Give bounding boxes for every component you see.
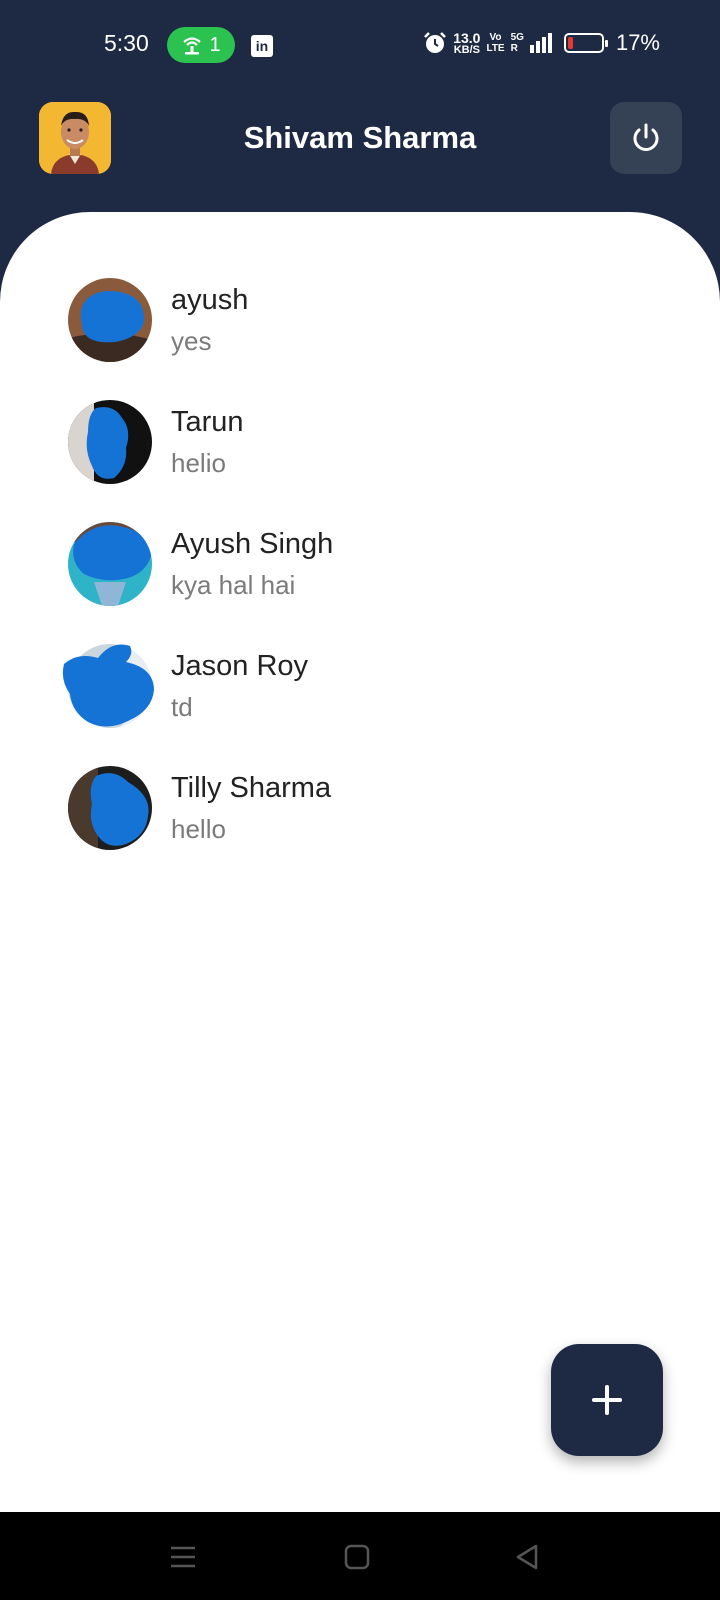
contact-avatar-image <box>68 400 152 484</box>
app-header: Shivam Sharma <box>0 92 720 212</box>
contact-name: Ayush Singh <box>171 528 334 560</box>
chat-list: ayush yes Tarun helio Ayush Singh kya ha… <box>0 278 720 888</box>
chat-list-item[interactable]: ayush yes <box>0 278 720 400</box>
chat-list-item[interactable]: Tilly Sharma hello <box>0 766 720 888</box>
last-message: helio <box>171 448 226 478</box>
battery-icon <box>563 33 608 53</box>
net-speed-unit: KB/S <box>453 43 480 56</box>
net-speed: 13.0 KB/S <box>453 31 480 56</box>
network-type: 5G R <box>511 32 524 54</box>
volte-bottom: LTE <box>486 43 505 54</box>
network-type-label: 5G <box>510 32 524 43</box>
signal-icon <box>529 33 552 53</box>
nav-home-button[interactable] <box>342 1542 372 1572</box>
linkedin-icon: in <box>251 35 273 57</box>
status-right-group: 13.0 KB/S Vo LTE 5G R 17% <box>423 30 660 56</box>
contact-name: Tarun <box>171 406 244 438</box>
chat-list-item[interactable]: Jason Roy td <box>0 644 720 766</box>
chat-sheet: ayush yes Tarun helio Ayush Singh kya ha… <box>0 212 720 1512</box>
alarm-icon <box>423 31 447 55</box>
back-triangle-icon <box>516 1544 538 1570</box>
contact-avatar <box>68 522 152 606</box>
contact-avatar-image <box>68 278 152 362</box>
nav-back-button[interactable] <box>512 1542 542 1572</box>
network-sub-label: R <box>510 43 518 54</box>
contact-avatar <box>68 766 152 850</box>
contact-avatar <box>68 400 152 484</box>
contact-avatar-image <box>62 644 154 728</box>
contact-name: Jason Roy <box>171 650 309 682</box>
last-message: td <box>171 692 193 722</box>
contact-avatar <box>68 278 152 362</box>
chat-list-item[interactable]: Tarun helio <box>0 400 720 522</box>
power-icon <box>633 123 659 151</box>
contact-avatar-image <box>68 766 152 850</box>
hotspot-count: 1 <box>209 33 221 56</box>
volte-indicator: Vo LTE <box>486 32 504 54</box>
status-bar: 5:30 1 in 13.0 KB/S Vo LTE 5G R 17% <box>0 0 720 92</box>
battery-percent: 17% <box>615 30 660 55</box>
last-message: yes <box>171 326 212 356</box>
last-message: kya hal hai <box>171 570 296 600</box>
contact-name: Tilly Sharma <box>171 772 332 804</box>
logout-button[interactable] <box>610 102 682 174</box>
new-chat-button[interactable] <box>551 1344 663 1456</box>
contact-avatar-image <box>68 522 152 606</box>
nav-menu-button[interactable] <box>168 1542 198 1572</box>
status-time: 5:30 <box>104 30 149 56</box>
chat-list-item[interactable]: Ayush Singh kya hal hai <box>0 522 720 644</box>
home-square-icon <box>344 1544 370 1570</box>
battery-fill <box>567 37 573 49</box>
last-message: hello <box>171 814 226 844</box>
contact-avatar <box>62 644 154 728</box>
hotspot-icon <box>183 37 202 55</box>
hotspot-indicator: 1 <box>167 27 235 63</box>
menu-icon <box>171 1546 195 1568</box>
plus-icon <box>592 1385 622 1415</box>
volte-top: Vo <box>489 32 502 43</box>
contact-name: ayush <box>171 284 249 316</box>
net-speed-value: 13.0 <box>453 29 481 46</box>
system-nav-bar <box>0 1512 720 1600</box>
app-screen: 5:30 1 in 13.0 KB/S Vo LTE 5G R 17% Shiv… <box>0 0 720 1600</box>
